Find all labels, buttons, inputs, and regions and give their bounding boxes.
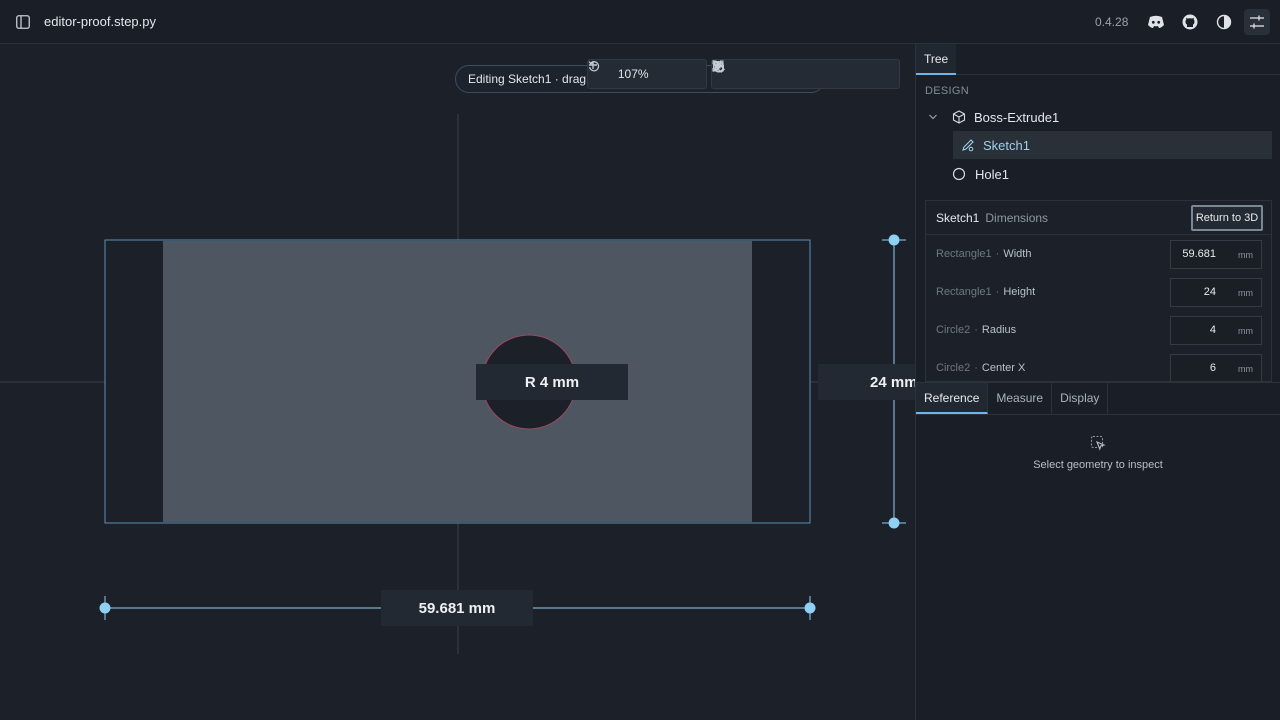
dimension-value: 4: [1209, 324, 1216, 336]
inspect-cursor-icon: [1090, 435, 1106, 451]
dimension-param: Center X: [981, 362, 1026, 374]
pan-tool-button[interactable]: [714, 60, 767, 88]
fit-view-button[interactable]: [712, 60, 871, 88]
tree-item-label: Sketch1: [983, 137, 1030, 153]
download-button[interactable]: [712, 60, 897, 88]
dimension-entity: Rectangle1: [936, 286, 992, 298]
dimension-input-height[interactable]: 24 mm: [1170, 278, 1262, 307]
dimension-param: Width: [1003, 248, 1032, 260]
file-name: editor-proof.step.py: [44, 14, 157, 29]
download-icon: [712, 61, 724, 72]
width-dim-handle-left: [99, 602, 111, 614]
return-to-3d-button[interactable]: Return to 3D: [1191, 205, 1263, 231]
theme-icon: [1216, 14, 1232, 30]
tree-item-hole1[interactable]: Hole1: [952, 160, 1271, 188]
right-panel: Tree DESIGN Boss-Extrude1 Sketch1 Hole1 …: [915, 44, 1280, 720]
tab-reference[interactable]: Reference: [916, 383, 989, 414]
inspect-hint-text: Select geometry to inspect: [1033, 459, 1163, 471]
dimensions-header: Sketch1 Dimensions Return to 3D: [926, 201, 1271, 235]
dimension-param: Radius: [981, 324, 1017, 336]
panel-tabs: Tree: [916, 44, 1280, 75]
hole-circle-icon: [952, 167, 966, 181]
width-dimension-label[interactable]: 59.681 mm: [381, 590, 533, 626]
height-dimension-label[interactable]: 24 mm: [818, 364, 915, 400]
separator-dot: ·: [974, 362, 978, 374]
sidebar-icon: [16, 15, 30, 29]
dimension-unit: mm: [1238, 364, 1253, 374]
reset-icon: [588, 61, 600, 72]
dimension-param: Height: [1003, 286, 1036, 298]
dimension-value: 59.681: [1182, 248, 1216, 260]
dimension-entity: Rectangle1: [936, 248, 992, 260]
tab-display[interactable]: Display: [1052, 383, 1109, 414]
tree-item-label: Hole1: [975, 166, 1009, 182]
reset-view-button[interactable]: [588, 60, 706, 88]
dimension-entity: Circle2: [936, 362, 971, 374]
settings-sliders-icon: [1250, 15, 1264, 29]
settings-button[interactable]: [1244, 9, 1270, 35]
zoom-level: 107%: [617, 67, 649, 81]
dimension-row-radius: Circle2 · Radius 4 mm: [926, 311, 1271, 349]
dimension-input-center-x[interactable]: 6 mm: [1170, 354, 1262, 381]
width-dim-handle-right: [804, 602, 816, 614]
inspector-tabs: Reference Measure Display: [916, 382, 1280, 415]
discord-icon: [1148, 15, 1164, 28]
dimension-unit: mm: [1238, 288, 1253, 298]
separator-dot: ·: [995, 248, 1000, 260]
chevron-down-icon[interactable]: [928, 112, 938, 122]
dimension-row-width: Rectangle1 · Width 59.681 mm: [926, 235, 1271, 273]
tab-measure[interactable]: Measure: [988, 383, 1053, 414]
dimension-unit: mm: [1238, 250, 1253, 260]
sidebar-toggle-button[interactable]: [12, 11, 34, 33]
dimension-row-center-x: Circle2 · Center X 6 mm: [926, 349, 1271, 381]
design-section-label: DESIGN: [925, 85, 969, 97]
tree-item-label: Boss-Extrude1: [974, 109, 1060, 125]
dimension-value: 24: [1203, 286, 1216, 298]
app-header: editor-proof.step.py 0.4.28: [0, 0, 1280, 44]
sketch-tool-button[interactable]: [713, 60, 819, 88]
github-icon: [1182, 14, 1198, 30]
dimensions-section-title: Dimensions: [985, 210, 1049, 225]
dimension-input-radius[interactable]: 4 mm: [1170, 316, 1262, 345]
dimension-row-height: Rectangle1 · Height 24 mm: [926, 273, 1271, 311]
tree-item-boss-extrude[interactable]: Boss-Extrude1: [926, 103, 1271, 131]
sketch-icon: [962, 139, 974, 152]
sketch-canvas[interactable]: Editing Sketch1 · drag cy 107% R 4 mm 24…: [0, 44, 915, 720]
tab-tree[interactable]: Tree: [916, 44, 957, 75]
discord-button[interactable]: [1143, 9, 1169, 35]
dimensions-sketch-name: Sketch1: [936, 210, 980, 225]
theme-toggle-button[interactable]: [1211, 9, 1237, 35]
dimension-unit: mm: [1238, 326, 1253, 336]
tree-item-sketch1[interactable]: Sketch1: [953, 131, 1272, 159]
radius-dimension-label[interactable]: R 4 mm: [476, 364, 628, 400]
snap-tool-button[interactable]: [712, 60, 845, 88]
part-face: [163, 241, 752, 522]
sketch-status-text: Editing Sketch1 · drag cy: [468, 72, 602, 86]
height-dim-handle-top: [888, 234, 900, 246]
cube-icon: [952, 110, 966, 124]
zoom-toolbar: 107%: [587, 59, 707, 89]
dimension-input-width[interactable]: 59.681 mm: [1170, 240, 1262, 269]
separator-dot: ·: [995, 286, 1000, 298]
dimension-entity: Circle2: [936, 324, 971, 336]
dimension-value: 6: [1209, 362, 1216, 374]
sketch-dimensions-panel: Sketch1 Dimensions Return to 3D Rectangl…: [925, 200, 1272, 382]
separator-dot: ·: [974, 324, 978, 336]
zoom-in-button[interactable]: [589, 60, 679, 88]
canvas-toolbar: [711, 59, 900, 89]
github-button[interactable]: [1177, 9, 1203, 35]
app-version: 0.4.28: [1095, 15, 1129, 29]
height-dim-handle-bottom: [888, 517, 900, 529]
measure-tool-button[interactable]: [712, 60, 793, 88]
